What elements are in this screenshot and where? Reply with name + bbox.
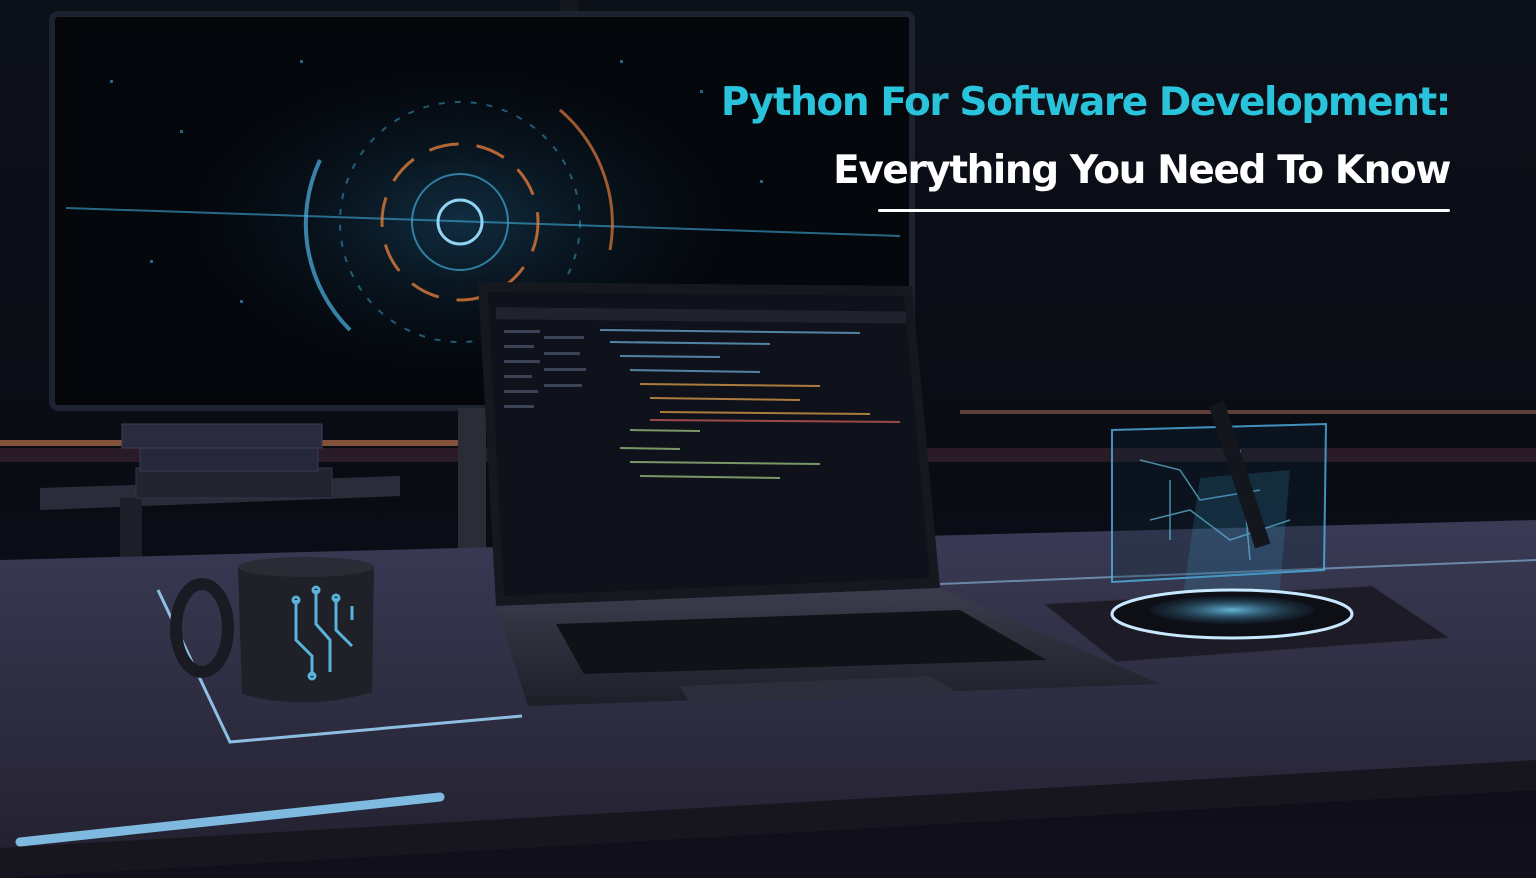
title-line-primary: Python For Software Development: — [720, 80, 1452, 125]
banner-title-block: Python For Software Development: Everyth… — [690, 74, 1452, 212]
window-sill-light — [960, 410, 1536, 414]
title-underline — [878, 209, 1450, 212]
title-line-secondary: Everything You Need To Know — [833, 148, 1451, 193]
